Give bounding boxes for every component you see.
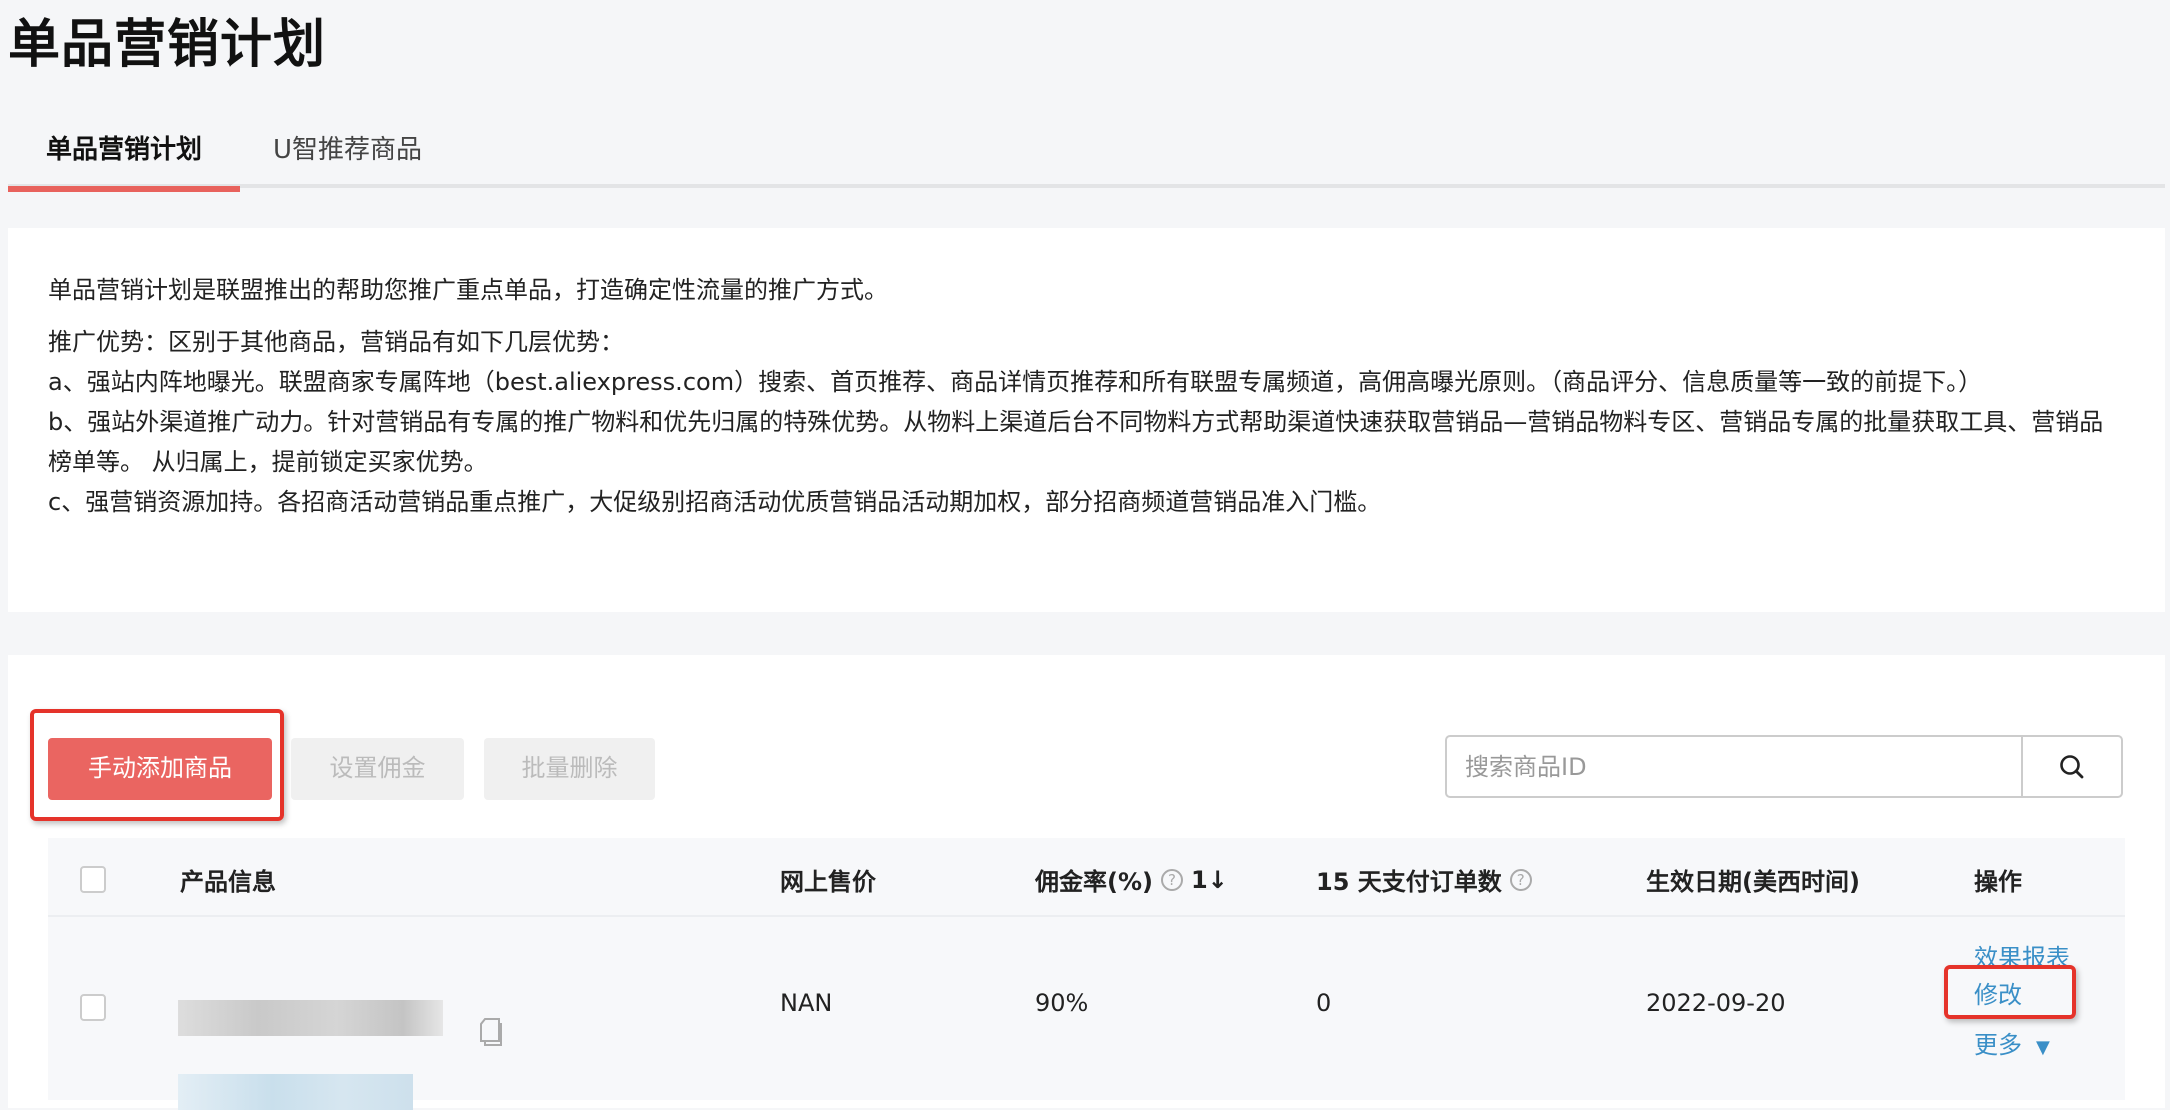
help-icon[interactable]: ? bbox=[1509, 868, 1532, 891]
more-label: 更多 bbox=[1974, 1031, 2022, 1059]
header-commission-label: 佣金率(%) bbox=[1035, 868, 1153, 896]
search-button[interactable] bbox=[2021, 737, 2121, 796]
tab-u-recommended-products[interactable]: U智推荐商品 bbox=[273, 130, 422, 184]
intro-text: 单品营销计划是联盟推出的帮助您推广重点单品，打造确定性流量的推广方式。 bbox=[48, 276, 888, 304]
search-box bbox=[1445, 735, 2123, 798]
tab-bar: 单品营销计划 U智推荐商品 bbox=[8, 120, 2165, 192]
commission-cell: 90% bbox=[1035, 989, 1089, 1017]
copy-icon[interactable] bbox=[478, 1017, 504, 1047]
advantage-a: a、强站内阵地曝光。联盟商家专属阵地（best.aliexpress.com）搜… bbox=[48, 368, 1983, 396]
advantages-heading: 推广优势：区别于其他商品，营销品有如下几层优势： bbox=[48, 328, 624, 356]
table-row: NAN 90% 0 2022-09-20 效果报表 修改 更多 ▼ bbox=[48, 917, 2125, 1110]
caret-down-icon: ▼ bbox=[2036, 1037, 2050, 1058]
product-table: 产品信息 网上售价 佣金率(%)? 1↓ 15 天支付订单数? 生效日期(美西时间… bbox=[48, 838, 2125, 1110]
more-dropdown[interactable]: 更多 ▼ bbox=[1974, 1025, 2050, 1060]
table-header: 产品信息 网上售价 佣金率(%)? 1↓ 15 天支付订单数? 生效日期(美西时间… bbox=[48, 838, 2125, 917]
help-icon[interactable]: ? bbox=[1160, 868, 1183, 891]
search-icon bbox=[2060, 754, 2084, 778]
product-id-link-blurred[interactable] bbox=[178, 1074, 413, 1110]
header-commission[interactable]: 佣金率(%)? 1↓ bbox=[1035, 862, 1228, 897]
header-price: 网上售价 bbox=[780, 868, 876, 896]
batch-delete-button[interactable]: 批量删除 bbox=[484, 738, 655, 800]
page-title: 单品营销计划 bbox=[8, 15, 327, 75]
header-orders: 15 天支付订单数? bbox=[1316, 862, 1532, 897]
row-checkbox[interactable] bbox=[80, 994, 106, 1021]
header-date: 生效日期(美西时间) bbox=[1646, 868, 1860, 896]
header-product-info: 产品信息 bbox=[180, 868, 276, 896]
product-title-blurred bbox=[178, 1000, 443, 1036]
tab-single-marketing-plan[interactable]: 单品营销计划 bbox=[8, 130, 240, 192]
set-commission-button[interactable]: 设置佣金 bbox=[291, 738, 464, 800]
orders-cell: 0 bbox=[1316, 989, 1332, 1017]
header-orders-label: 15 天支付订单数 bbox=[1316, 868, 1502, 896]
add-product-button[interactable]: 手动添加商品 bbox=[48, 738, 272, 800]
description-card: 单品营销计划是联盟推出的帮助您推广重点单品，打造确定性流量的推广方式。 推广优势… bbox=[8, 228, 2165, 612]
advantage-c: c、强营销资源加持。各招商活动营销品重点推广，大促级别招商活动优质营销品活动期加… bbox=[48, 488, 1382, 516]
highlight-box bbox=[1944, 965, 2076, 1019]
select-all-checkbox[interactable] bbox=[80, 866, 106, 893]
product-panel: 手动添加商品 设置佣金 批量删除 产品信息 网上售价 佣金率(%)? 1↓ 15 … bbox=[8, 655, 2165, 1110]
price-cell: NAN bbox=[780, 989, 833, 1017]
search-input[interactable] bbox=[1447, 737, 2021, 796]
date-cell: 2022-09-20 bbox=[1646, 989, 1786, 1017]
header-actions: 操作 bbox=[1974, 868, 2022, 896]
advantage-b: b、强站外渠道推广动力。针对营销品有专属的推广物料和优先归属的特殊优势。从物料上… bbox=[48, 408, 2104, 476]
sort-icon[interactable]: 1↓ bbox=[1191, 866, 1228, 894]
